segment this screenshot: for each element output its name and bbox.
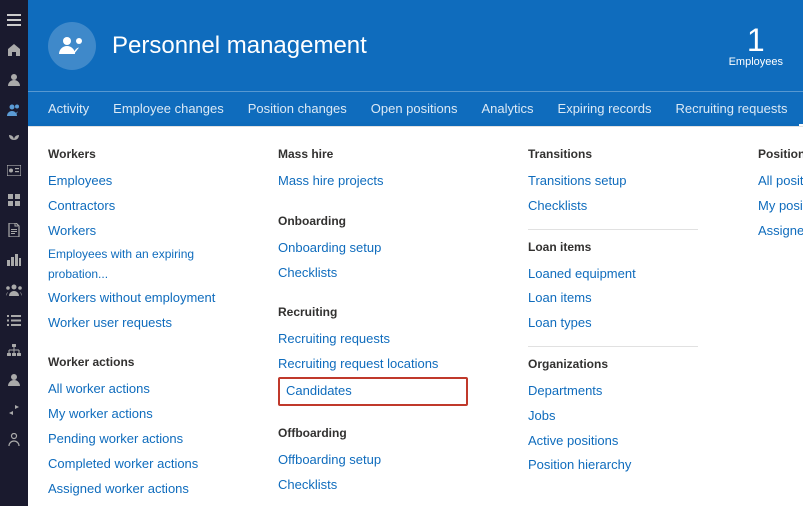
document-icon[interactable]: [0, 216, 28, 244]
app-icon: [48, 22, 96, 70]
plant-icon[interactable]: [0, 126, 28, 154]
transitions-section-title: Transitions: [528, 147, 698, 161]
link-contractors[interactable]: Contractors: [48, 194, 218, 219]
link-my-position-actions[interactable]: My position actions: [758, 194, 803, 219]
links-dropdown: Workers Employees Contractors Workers Em…: [28, 126, 803, 506]
link-employees-expiring[interactable]: Employees with an expiring probation...: [48, 243, 218, 285]
link-position-hierarchy[interactable]: Position hierarchy: [528, 453, 698, 478]
transitions-divider: [528, 229, 698, 230]
loan-items-section-title: Loan items: [528, 240, 698, 254]
link-offboarding-checklists[interactable]: Checklists: [278, 473, 468, 498]
person2-icon[interactable]: [0, 366, 28, 394]
chart-icon[interactable]: [0, 246, 28, 274]
people-icon[interactable]: [0, 96, 28, 124]
link-transitions-checklists[interactable]: Checklists: [528, 194, 698, 219]
nav-open-positions[interactable]: Open positions: [359, 95, 470, 126]
page-title: Personnel management: [112, 32, 729, 60]
nav-position-changes[interactable]: Position changes: [236, 95, 359, 126]
col-hiring: Mass hire Mass hire projects Onboarding …: [278, 147, 468, 486]
link-departments[interactable]: Departments: [528, 379, 698, 404]
col-position-actions: Position actions All position actions My…: [758, 147, 803, 486]
link-employees[interactable]: Employees: [48, 169, 218, 194]
nav-activity[interactable]: Activity: [36, 95, 101, 126]
header: Personnel management 1 Employees: [28, 0, 803, 91]
link-candidates[interactable]: Candidates: [278, 377, 468, 406]
org-icon[interactable]: [0, 336, 28, 364]
link-all-worker-actions[interactable]: All worker actions: [48, 377, 218, 402]
organizations-section-title: Organizations: [528, 357, 698, 371]
mass-hire-section-title: Mass hire: [278, 147, 468, 161]
id-icon[interactable]: [0, 156, 28, 184]
nav-analytics[interactable]: Analytics: [470, 95, 546, 126]
link-all-position-actions[interactable]: All position actions: [758, 169, 803, 194]
link-pending-worker-actions[interactable]: Pending worker actions: [48, 427, 218, 452]
link-recruiting-requests[interactable]: Recruiting requests: [278, 327, 468, 352]
offboarding-section-title: Offboarding: [278, 426, 468, 440]
link-loan-types[interactable]: Loan types: [528, 311, 698, 336]
nav-expiring-records[interactable]: Expiring records: [546, 95, 664, 126]
link-recruiting-request-locations[interactable]: Recruiting request locations: [278, 352, 468, 377]
badge-number: 1: [747, 24, 765, 56]
link-workers-without-employment[interactable]: Workers without employment: [48, 286, 218, 311]
workers-section-title: Workers: [48, 147, 218, 161]
link-loan-items[interactable]: Loan items: [528, 286, 698, 311]
nav-employee-changes[interactable]: Employee changes: [101, 95, 236, 126]
position-actions-section-title: Position actions: [758, 147, 803, 161]
link-onboarding-setup[interactable]: Onboarding setup: [278, 236, 468, 261]
grid-icon[interactable]: [0, 186, 28, 214]
link-active-positions[interactable]: Active positions: [528, 429, 698, 454]
recruiting-section-title: Recruiting: [278, 305, 468, 319]
link-transitions-setup[interactable]: Transitions setup: [528, 169, 698, 194]
col-transitions: Transitions Transitions setup Checklists…: [528, 147, 698, 486]
person-icon[interactable]: [0, 66, 28, 94]
team-icon[interactable]: [0, 276, 28, 304]
link-assigned-position-actions[interactable]: Assigned position actions: [758, 219, 803, 244]
link-workers[interactable]: Workers: [48, 219, 218, 244]
link-offboarding-setup[interactable]: Offboarding setup: [278, 448, 468, 473]
nav-recruiting-requests[interactable]: Recruiting requests: [663, 95, 799, 126]
worker-actions-section-title: Worker actions: [48, 355, 218, 369]
onboarding-section-title: Onboarding: [278, 214, 468, 228]
list-icon[interactable]: [0, 306, 28, 334]
link-assigned-worker-actions[interactable]: Assigned worker actions: [48, 477, 218, 502]
link-worker-user-requests[interactable]: Worker user requests: [48, 311, 218, 336]
link-my-worker-actions[interactable]: My worker actions: [48, 402, 218, 427]
nav-links[interactable]: Links: [799, 95, 803, 126]
person3-icon[interactable]: [0, 426, 28, 454]
link-loaned-equipment[interactable]: Loaned equipment: [528, 262, 698, 287]
link-mass-hire-projects[interactable]: Mass hire projects: [278, 169, 468, 194]
link-completed-worker-actions[interactable]: Completed worker actions: [48, 452, 218, 477]
link-jobs[interactable]: Jobs: [528, 404, 698, 429]
col-workers: Workers Employees Contractors Workers Em…: [48, 147, 218, 486]
home-icon[interactable]: [0, 36, 28, 64]
badge-label: Employees: [729, 56, 783, 68]
sidebar: [0, 0, 28, 506]
transfer-icon[interactable]: [0, 396, 28, 424]
navbar: Activity Employee changes Position chang…: [28, 91, 803, 126]
loan-divider: [528, 346, 698, 347]
link-onboarding-checklists[interactable]: Checklists: [278, 261, 468, 286]
employees-badge: 1 Employees: [729, 24, 783, 68]
hamburger-icon[interactable]: [0, 6, 28, 34]
